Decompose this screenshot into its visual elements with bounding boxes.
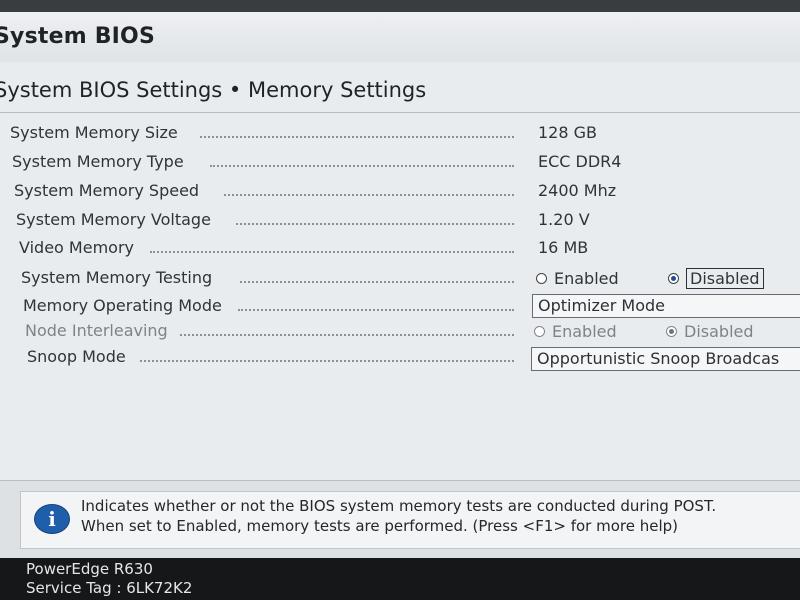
setting-label: Snoop Mode	[27, 345, 130, 369]
leader-dots	[224, 194, 514, 196]
leader-dots	[180, 334, 514, 336]
footer-bar: PowerEdge R630 Service Tag : 6LK72K2	[0, 558, 800, 600]
setting-row-snoop-mode: Snoop Mode Opportunistic Snoop Broadcas	[0, 345, 800, 371]
leader-dots	[200, 136, 514, 138]
snoop-mode-select[interactable]: Opportunistic Snoop Broadcas	[531, 347, 800, 371]
setting-label: System Memory Size	[10, 121, 182, 145]
radio-disabled[interactable]: Disabled	[668, 266, 764, 290]
radio-disabled[interactable]: Disabled	[666, 319, 754, 343]
help-line-1: Indicates whether or not the BIOS system…	[81, 497, 717, 515]
radio-dot-icon	[534, 325, 545, 337]
setting-row-video-memory: Video Memory 16 MB	[0, 236, 800, 260]
help-text: Indicates whether or not the BIOS system…	[81, 496, 716, 536]
help-panel: i Indicates whether or not the BIOS syst…	[0, 480, 800, 559]
top-border	[0, 0, 800, 12]
service-tag: Service Tag : 6LK72K2	[26, 579, 193, 597]
setting-row-system-memory-speed: System Memory Speed 2400 Mhz	[0, 179, 800, 203]
setting-label: System Memory Voltage	[16, 208, 215, 232]
setting-value: ECC DDR4	[538, 152, 622, 171]
setting-row-system-memory-type: System Memory Type ECC DDR4	[0, 150, 800, 174]
setting-row-system-memory-size: System Memory Size 128 GB	[0, 121, 800, 145]
setting-value: 16 MB	[538, 238, 589, 257]
radio-label: Enabled	[554, 268, 619, 288]
setting-row-system-memory-testing: System Memory Testing Enabled Disabled	[0, 266, 800, 290]
radio-label: Disabled	[684, 321, 754, 341]
setting-label: Node Interleaving	[25, 319, 172, 343]
memory-operating-mode-select[interactable]: Optimizer Mode	[532, 294, 800, 318]
leader-dots	[210, 165, 514, 167]
radio-dot-icon	[536, 272, 547, 284]
radio-enabled[interactable]: Enabled	[534, 319, 617, 343]
leader-dots	[150, 251, 514, 253]
setting-row-node-interleaving: Node Interleaving Enabled Disabled	[0, 319, 800, 343]
title-divider	[0, 112, 800, 113]
help-line-2: When set to Enabled, memory tests are pe…	[81, 517, 679, 535]
radio-label-focused: Disabled	[686, 267, 764, 289]
setting-value: 1.20 V	[538, 210, 590, 229]
setting-label: System Memory Speed	[14, 179, 204, 203]
setting-row-system-memory-voltage: System Memory Voltage 1.20 V	[0, 208, 800, 232]
setting-value: 2400 Mhz	[538, 181, 617, 200]
setting-row-memory-operating-mode: Memory Operating Mode Optimizer Mode	[0, 294, 800, 318]
setting-label: Memory Operating Mode	[23, 294, 226, 318]
server-model: PowerEdge R630	[26, 560, 153, 578]
radio-dot-selected-icon	[666, 325, 677, 337]
radio-dot-selected-icon	[668, 272, 679, 284]
info-icon: i	[34, 504, 70, 534]
setting-label: System Memory Type	[12, 150, 188, 174]
leader-dots	[140, 360, 514, 362]
leader-dots	[238, 309, 514, 311]
radio-label: Enabled	[552, 321, 617, 341]
page-title: System BIOS Settings • Memory Settings	[0, 78, 427, 102]
setting-label: System Memory Testing	[21, 266, 217, 290]
leader-dots	[236, 223, 514, 225]
leader-dots	[240, 281, 514, 283]
setting-value: 128 GB	[538, 123, 597, 142]
setting-label: Video Memory	[19, 236, 138, 260]
app-title: System BIOS	[0, 24, 156, 49]
help-box: i Indicates whether or not the BIOS syst…	[20, 491, 800, 549]
radio-enabled[interactable]: Enabled	[536, 266, 619, 290]
